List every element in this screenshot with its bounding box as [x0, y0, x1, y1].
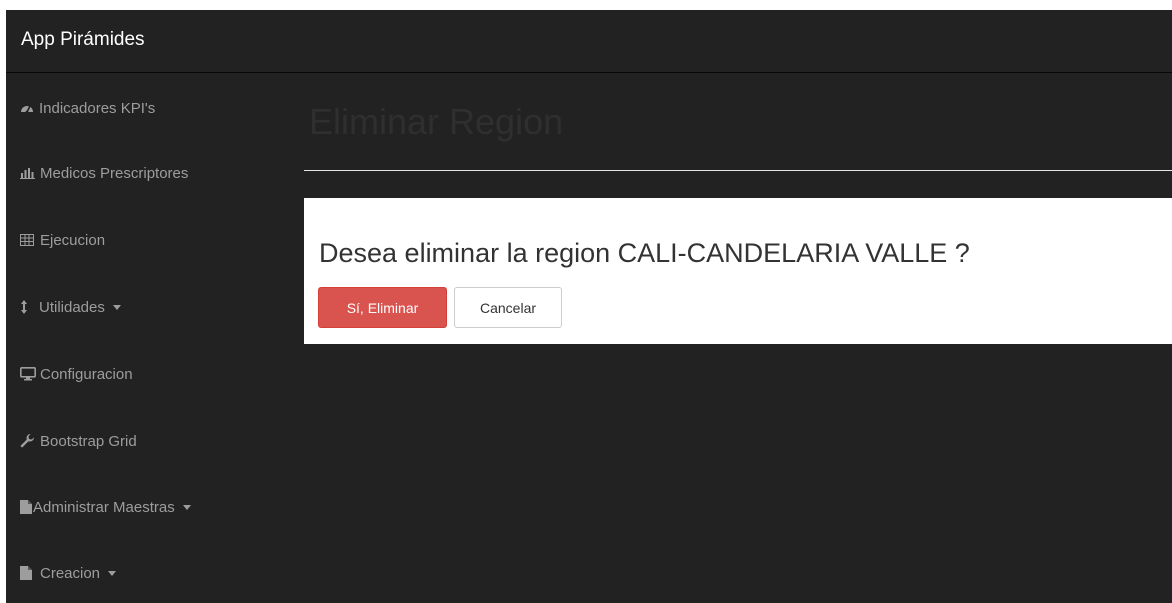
- caret-down-icon: [182, 504, 191, 510]
- header-divider: [304, 170, 1172, 171]
- sidebar-item-bootstrap-grid[interactable]: Bootstrap Grid: [6, 411, 288, 471]
- sidebar-item-label: Administrar Maestras: [33, 498, 175, 516]
- sidebar-item-label: Creacion: [40, 564, 101, 582]
- top-navbar: App Pirámides: [6, 10, 1172, 73]
- dashboard-icon: [20, 78, 34, 138]
- delete-confirmation-panel: Desea eliminar la region CALI-CANDELARIA…: [304, 198, 1172, 344]
- wrench-icon: [20, 411, 35, 471]
- sidebar-item-administrar-maestras[interactable]: Administrar Maestras: [6, 477, 288, 537]
- cancel-button[interactable]: Cancelar: [454, 287, 562, 328]
- sidebar-nav: Indicadores KPI's Medicos Prescriptores …: [6, 73, 288, 603]
- sidebar-item-label: Indicadores KPI's: [39, 99, 156, 117]
- sidebar-item-medicos-prescriptores[interactable]: Medicos Prescriptores: [6, 143, 288, 203]
- table-icon: [20, 210, 34, 270]
- app-window: App Pirámides Indicadores KPI's Medicos …: [6, 10, 1172, 603]
- sidebar-item-ejecucion[interactable]: Ejecucion: [6, 210, 288, 270]
- bar-chart-icon: [20, 143, 35, 203]
- caret-down-icon: [112, 304, 121, 310]
- sidebar-item-label: Utilidades: [39, 298, 105, 316]
- page-title: Eliminar Region: [309, 101, 564, 142]
- sidebar-item-utilidades[interactable]: Utilidades: [6, 277, 288, 337]
- sidebar-item-label: Bootstrap Grid: [40, 432, 137, 450]
- sidebar-item-label: Ejecucion: [40, 231, 106, 249]
- file-icon: [20, 477, 32, 537]
- sidebar-item-configuracion[interactable]: Configuracion: [6, 344, 288, 404]
- sidebar-item-label: Configuracion: [40, 365, 133, 383]
- sidebar-item-label: Medicos Prescriptores: [40, 164, 189, 182]
- resize-vertical-icon: [20, 277, 28, 337]
- sidebar-item-label-wrap: Administrar Maestras: [33, 477, 191, 537]
- sidebar-item-creacion[interactable]: Creacion: [6, 543, 288, 603]
- confirmation-question: Desea eliminar la region CALI-CANDELARIA…: [319, 238, 970, 268]
- sidebar-item-label-wrap: Utilidades: [39, 277, 121, 337]
- confirm-delete-button[interactable]: Sí, Eliminar: [318, 287, 447, 328]
- file-icon: [20, 543, 32, 603]
- sidebar-item-indicadores-kpis[interactable]: Indicadores KPI's: [6, 78, 288, 138]
- caret-down-icon: [108, 570, 117, 576]
- app-brand[interactable]: App Pirámides: [21, 29, 145, 51]
- sidebar-item-label-wrap: Creacion: [40, 543, 117, 603]
- desktop-icon: [20, 344, 36, 404]
